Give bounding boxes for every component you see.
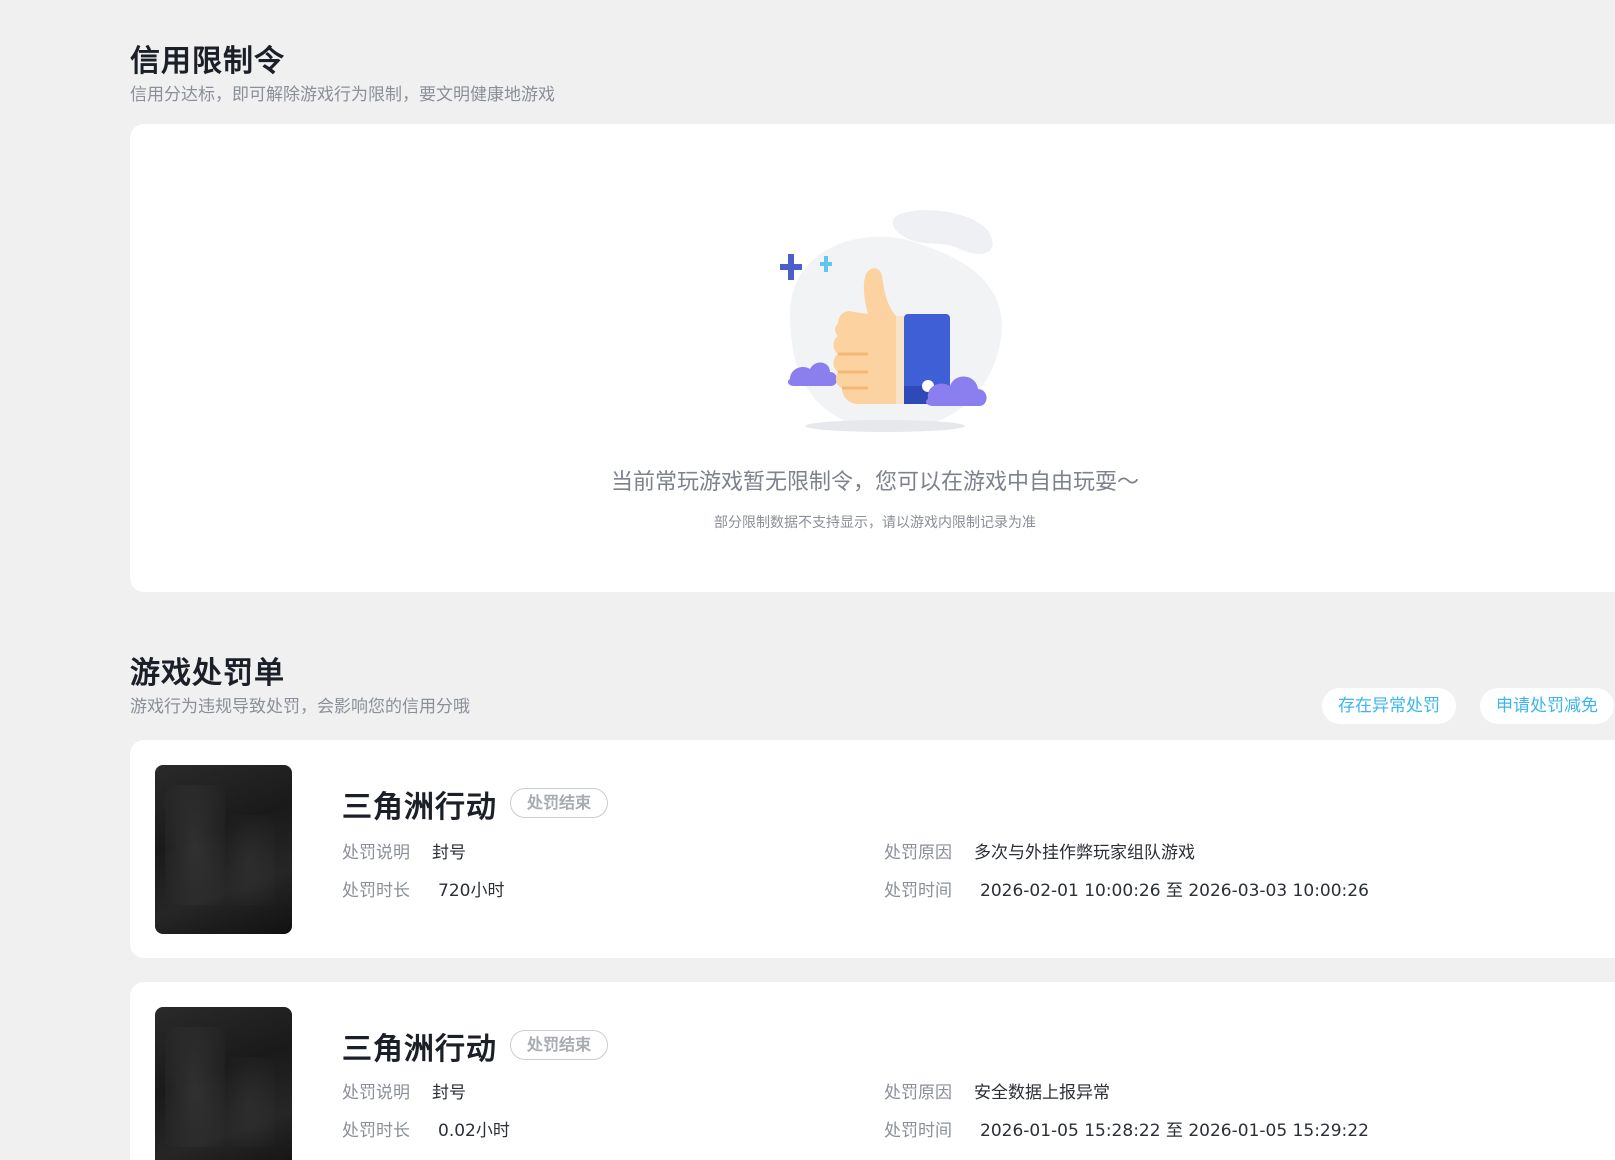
abnormal-penalty-button[interactable]: 存在异常处罚 xyxy=(1322,688,1456,724)
penalty-desc-label: 处罚说明 xyxy=(342,843,410,863)
penalty-card: 三角洲行动 处罚结束 处罚说明 封号 处罚时长 0.02小时 处罚原因 安全数据… xyxy=(130,982,1615,1160)
status-badge: 处罚结束 xyxy=(510,1030,609,1060)
credit-section-subtitle: 信用分达标，即可解除游戏行为限制，要文明健康地游戏 xyxy=(130,85,555,105)
penalty-reason-label: 处罚原因 xyxy=(884,843,952,863)
penalty-desc-value: 封号 xyxy=(432,843,466,863)
game-thumbnail xyxy=(155,765,292,934)
game-thumbnail xyxy=(155,1007,292,1160)
penalty-reason-value: 安全数据上报异常 xyxy=(974,1083,1110,1103)
penalty-duration-value: 720小时 xyxy=(438,881,505,901)
penalty-desc-label: 处罚说明 xyxy=(342,1083,410,1103)
game-name: 三角洲行动 xyxy=(342,1032,497,1067)
penalty-card: 三角洲行动 处罚结束 处罚说明 封号 处罚时长 720小时 处罚原因 多次与外挂… xyxy=(130,740,1615,958)
credit-section-title: 信用限制令 xyxy=(130,44,285,79)
penalty-section-subtitle: 游戏行为违规导致处罚，会影响您的信用分哦 xyxy=(130,697,470,717)
penalty-time-value: 2026-02-01 10:00:26 至 2026-03-03 10:00:2… xyxy=(980,881,1369,901)
thumbs-up-illustration-icon xyxy=(750,204,1010,444)
credit-empty-card: 当前常玩游戏暂无限制令，您可以在游戏中自由玩耍～ 部分限制数据不支持显示，请以游… xyxy=(130,124,1615,592)
penalty-duration-value: 0.02小时 xyxy=(438,1121,510,1141)
penalty-duration-label: 处罚时长 xyxy=(342,1121,410,1141)
penalty-reason-label: 处罚原因 xyxy=(884,1083,952,1103)
penalty-time-value: 2026-01-05 15:28:22 至 2026-01-05 15:29:2… xyxy=(980,1121,1369,1141)
apply-penalty-reduction-button[interactable]: 申请处罚减免 xyxy=(1480,688,1614,724)
penalty-section-title: 游戏处罚单 xyxy=(130,656,285,691)
status-badge: 处罚结束 xyxy=(510,788,609,818)
game-name: 三角洲行动 xyxy=(342,790,497,825)
credit-empty-note: 部分限制数据不支持显示，请以游戏内限制记录为准 xyxy=(714,515,1036,531)
credit-empty-message: 当前常玩游戏暂无限制令，您可以在游戏中自由玩耍～ xyxy=(610,470,1139,495)
penalty-time-label: 处罚时间 xyxy=(884,1121,952,1141)
penalty-duration-label: 处罚时长 xyxy=(342,881,410,901)
penalty-desc-value: 封号 xyxy=(432,1083,466,1103)
penalty-time-label: 处罚时间 xyxy=(884,881,952,901)
penalty-reason-value: 多次与外挂作弊玩家组队游戏 xyxy=(974,843,1195,863)
page: 信用限制令 信用分达标，即可解除游戏行为限制，要文明健康地游戏 当前常玩游戏暂无… xyxy=(0,0,1615,1160)
